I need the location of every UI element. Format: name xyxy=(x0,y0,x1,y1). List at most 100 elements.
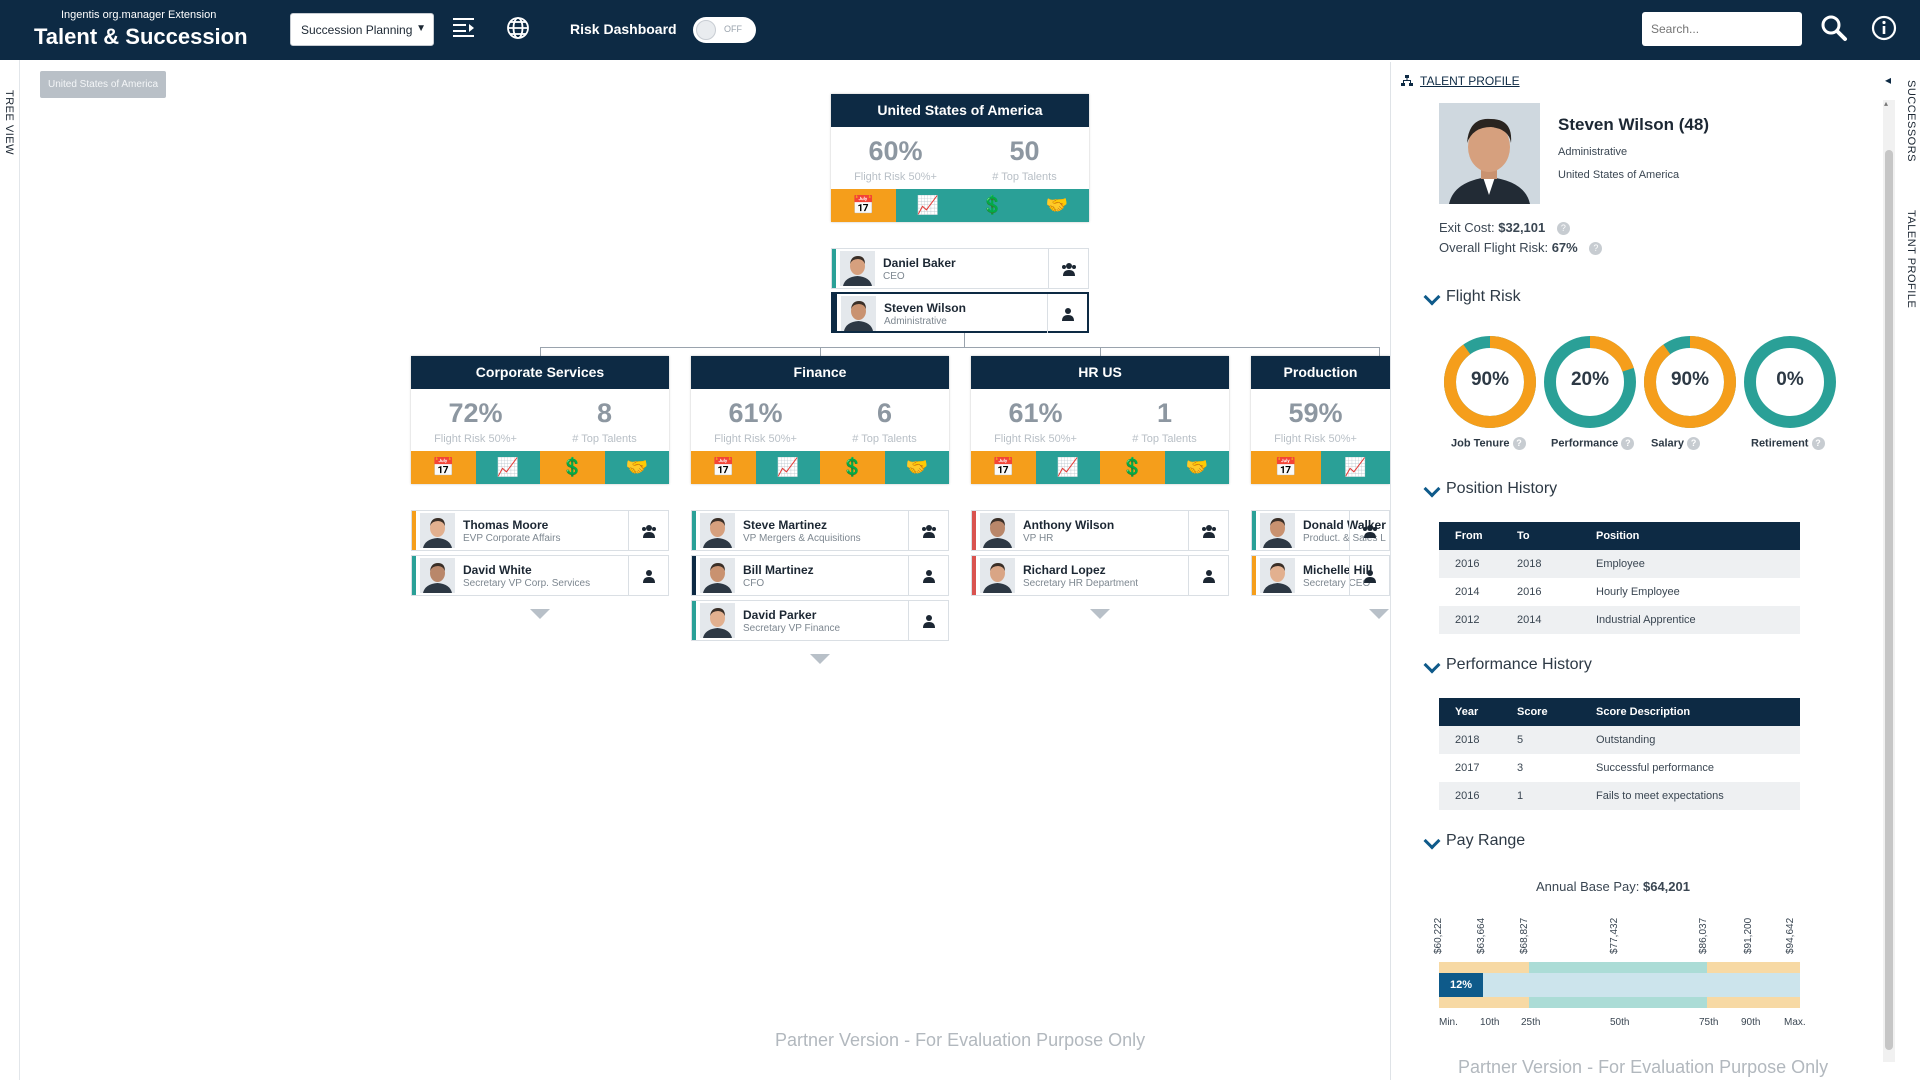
chart-icon[interactable]: 📈 xyxy=(1320,451,1390,484)
exit-cost-value: $32,101 xyxy=(1498,220,1546,235)
tree-view-strip[interactable]: TREE VIEW xyxy=(0,60,20,1080)
view-select[interactable]: Succession Planning ▼ xyxy=(290,13,434,46)
scrollbar-thumb[interactable] xyxy=(1885,150,1893,1050)
search-icon[interactable] xyxy=(1820,14,1848,47)
person-card[interactable]: Steven Wilson Administrative xyxy=(831,292,1089,333)
person-card[interactable]: Richard Lopez Secretary HR Department xyxy=(971,555,1229,596)
group-icon[interactable] xyxy=(908,511,948,550)
expand-children-icon[interactable] xyxy=(530,609,550,619)
handshake-icon[interactable]: 🤝 xyxy=(604,451,669,484)
info-icon[interactable] xyxy=(1871,15,1897,46)
connector-line xyxy=(540,347,541,356)
help-icon[interactable]: ? xyxy=(1811,437,1825,450)
globe-icon[interactable] xyxy=(506,16,530,45)
table-cell: Fails to meet expectations xyxy=(1580,782,1800,810)
status-stripe xyxy=(1252,511,1256,550)
person-icon[interactable] xyxy=(1188,556,1228,595)
group-icon[interactable] xyxy=(628,511,668,550)
person-icon[interactable] xyxy=(908,556,948,595)
person-card[interactable]: David Parker Secretary VP Finance xyxy=(691,600,949,641)
org-card-unit[interactable]: HR US 61% Flight Risk 50%+ 1 # Top Talents 📅 📈… xyxy=(971,356,1229,484)
org-card-root[interactable]: United States of America 60% Flight Risk… xyxy=(831,94,1089,222)
person-card[interactable]: Daniel Baker CEO xyxy=(831,248,1089,289)
person-icon[interactable] xyxy=(1349,556,1389,595)
flight-risk-section-header[interactable]: Flight Risk xyxy=(1423,288,1521,306)
chevron-down-icon xyxy=(1423,480,1441,498)
calendar-icon[interactable]: 📅 xyxy=(971,451,1036,484)
position-history-title: Position History xyxy=(1446,480,1558,497)
calendar-icon[interactable]: 📅 xyxy=(831,189,896,222)
org-card-stats: 72% Flight Risk 50%+ 8 # Top Talents xyxy=(411,389,669,451)
status-stripe xyxy=(692,601,696,640)
performance-history-section-header[interactable]: Performance History xyxy=(1423,656,1592,674)
person-card[interactable]: Bill Martinez CFO xyxy=(691,555,949,596)
status-stripe xyxy=(412,556,416,595)
person-icon[interactable] xyxy=(908,601,948,640)
pay-tick-label: $94,642 xyxy=(1785,917,1796,954)
group-icon[interactable] xyxy=(1048,249,1088,288)
search-input[interactable] xyxy=(1642,12,1802,46)
collapse-panel-icon[interactable]: ◂ xyxy=(1885,73,1891,87)
expand-children-icon[interactable] xyxy=(810,654,830,664)
calendar-icon[interactable]: 📅 xyxy=(1251,451,1321,484)
money-icon[interactable]: 💲 xyxy=(540,451,605,484)
scroll-up-icon[interactable]: ▴ xyxy=(1884,99,1888,108)
chart-icon[interactable]: 📈 xyxy=(895,189,960,222)
handshake-icon[interactable]: 🤝 xyxy=(1164,451,1229,484)
org-chart-icon xyxy=(1401,75,1413,86)
person-card[interactable]: Michelle Hill Secretary CEO xyxy=(1251,555,1390,596)
handshake-icon[interactable]: 🤝 xyxy=(1024,189,1089,222)
help-icon[interactable]: ? xyxy=(1512,437,1526,450)
org-card-stats: 61% Flight Risk 50%+ 6 # Top Talents xyxy=(691,389,949,451)
org-card-title: United States of America xyxy=(831,94,1089,127)
person-card[interactable]: David White Secretary VP Corp. Services xyxy=(411,555,669,596)
column-header: Position xyxy=(1580,522,1800,550)
pay-percentile-label: Max. xyxy=(1784,1017,1806,1028)
avatar xyxy=(841,296,876,331)
pay-percentile-label: 90th xyxy=(1741,1017,1761,1028)
money-icon[interactable]: 💲 xyxy=(1100,451,1165,484)
pay-range-section-header[interactable]: Pay Range xyxy=(1423,832,1526,850)
expand-children-icon[interactable] xyxy=(1090,609,1110,619)
talent-profile-tab[interactable]: TALENT PROFILE xyxy=(1905,210,1917,308)
flight-risk-value: 61% xyxy=(728,398,783,428)
chart-icon[interactable]: 📈 xyxy=(475,451,540,484)
org-card-unit[interactable]: Finance 61% Flight Risk 50%+ 6 # Top Talents… xyxy=(691,356,949,484)
handshake-icon[interactable]: 🤝 xyxy=(884,451,949,484)
position-history-section-header[interactable]: Position History xyxy=(1423,480,1558,498)
help-icon[interactable]: ? xyxy=(1687,437,1701,450)
profile-country: United States of America xyxy=(1558,169,1680,181)
chart-icon[interactable]: 📈 xyxy=(1035,451,1100,484)
column-header: From xyxy=(1439,522,1501,550)
breadcrumb[interactable]: United States of America xyxy=(40,71,167,98)
successors-tab[interactable]: SUCCESSORS xyxy=(1905,80,1917,162)
panel-scrollbar[interactable]: ▴ xyxy=(1883,99,1895,1062)
risk-dashboard-toggle[interactable]: OFF xyxy=(693,17,756,43)
person-card[interactable]: Steve Martinez VP Mergers & Acquisitions xyxy=(691,510,949,551)
person-icon[interactable] xyxy=(1047,294,1087,333)
expand-children-icon[interactable] xyxy=(1369,609,1389,619)
help-icon[interactable]: ? xyxy=(1621,437,1635,450)
person-card[interactable]: Anthony Wilson VP HR xyxy=(971,510,1229,551)
org-card-unit[interactable]: Production 59% Flight Risk 50%+ 📅 📈 xyxy=(1251,356,1390,484)
chart-icon[interactable]: 📈 xyxy=(755,451,820,484)
group-icon[interactable] xyxy=(1188,511,1228,550)
org-card-unit[interactable]: Corporate Services 72% Flight Risk 50%+ 8 # … xyxy=(411,356,669,484)
pay-track xyxy=(1439,973,1800,997)
calendar-icon[interactable]: 📅 xyxy=(411,451,476,484)
table-cell: Employee xyxy=(1580,550,1800,578)
tree-layout-icon[interactable] xyxy=(452,16,476,43)
money-icon[interactable]: 💲 xyxy=(960,189,1025,222)
person-card[interactable]: Donald Walker Product. & Sales L xyxy=(1251,510,1390,551)
help-icon[interactable]: ? xyxy=(1556,222,1570,236)
money-icon[interactable]: 💲 xyxy=(820,451,885,484)
person-card[interactable]: Thomas Moore EVP Corporate Affairs xyxy=(411,510,669,551)
help-icon[interactable]: ? xyxy=(1589,242,1603,256)
pay-range-title: Pay Range xyxy=(1446,832,1526,849)
calendar-icon[interactable]: 📅 xyxy=(691,451,756,484)
top-talents-label: # Top Talents xyxy=(992,171,1057,183)
person-icon[interactable] xyxy=(628,556,668,595)
org-card-actions: 📅 📈 xyxy=(1251,451,1390,484)
overall-flight-risk-label: Overall Flight Risk: xyxy=(1439,240,1549,255)
group-icon[interactable] xyxy=(1349,511,1389,550)
